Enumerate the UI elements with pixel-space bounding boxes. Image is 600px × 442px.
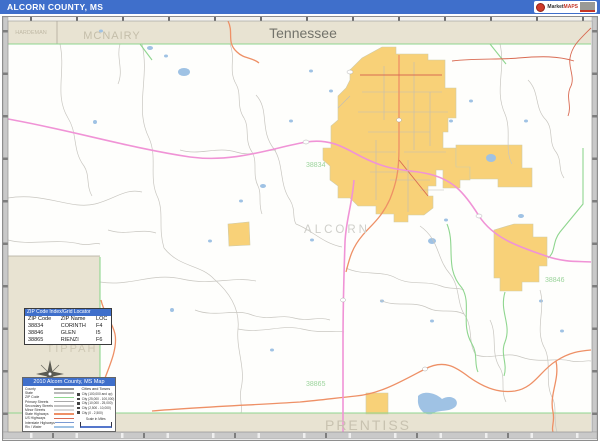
scale-bar [80,422,112,428]
page-title: ALCORN COUNTY, MS [0,2,103,12]
legend-title: 2010 Alcorn County, MS Map [23,378,115,386]
legend-sample [55,422,74,424]
zip-index-header-row: ZIP Code ZIP Name LOC [25,316,111,323]
zip-index-row: 38865 RIENZI F6 [25,337,111,344]
legend-sample [54,397,74,399]
state-label: Tennessee [269,25,337,41]
county-map-page: Tennessee MCNAIRY HARDEMAN TIPPAH ALCORN… [0,0,600,442]
logo-mark-icon [536,3,545,12]
city-size-icon [77,407,80,410]
title-bar: ALCORN COUNTY, MS [0,0,600,14]
county-map: Tennessee MCNAIRY HARDEMAN TIPPAH ALCORN… [0,0,600,442]
zip-area-small-west [228,222,250,246]
zip-index-title: ZIP Code Index/Grid Locator [25,309,111,316]
zip-label-glen: 38846 [545,277,565,284]
city-size-icon [77,398,80,401]
county-label-prentiss: PRENTISS [325,417,411,433]
legend-cities: Cities and Towns City (100,000 and up) C… [77,387,114,429]
legend-sample [54,392,74,394]
legend-sample [54,409,74,411]
logo-side-box [580,2,595,12]
county-label-mcnairy: MCNAIRY [83,30,141,42]
zip-label-rienzi: 38865 [306,381,326,388]
city-size-icon [77,393,80,396]
city-size-icon [77,402,80,405]
city-size-icon [77,411,80,414]
zip-index-table: ZIP Code ZIP Name LOC 38834 CORINTH F4 3… [25,316,111,344]
legend-sample [54,426,74,428]
county-label-hardeman: HARDEMAN [15,30,47,36]
zip-index-row: 38834 CORINTH F4 [25,323,111,330]
zip-area-rienzi [366,393,388,414]
county-label-alcorn: ALCORN [304,224,370,236]
zip-index-row: 38846 GLEN I5 [25,330,111,337]
legend-sample [54,388,74,390]
zip-label-corinth: 38834 [306,162,326,169]
legend-sample [54,405,74,407]
legend-line-items: County State ZIP Code Primary Streets Se… [25,387,74,429]
zip-index-box: ZIP Code Index/Grid Locator ZIP Code ZIP… [24,308,112,345]
legend-sample [54,413,74,415]
map-legend: 2010 Alcorn County, MS Map County State … [22,377,116,432]
legend-sample [54,401,74,403]
logo-text: MarketMAPS [547,5,578,10]
marketmaps-logo: MarketMAPS [534,1,597,13]
legend-sample [54,418,74,420]
